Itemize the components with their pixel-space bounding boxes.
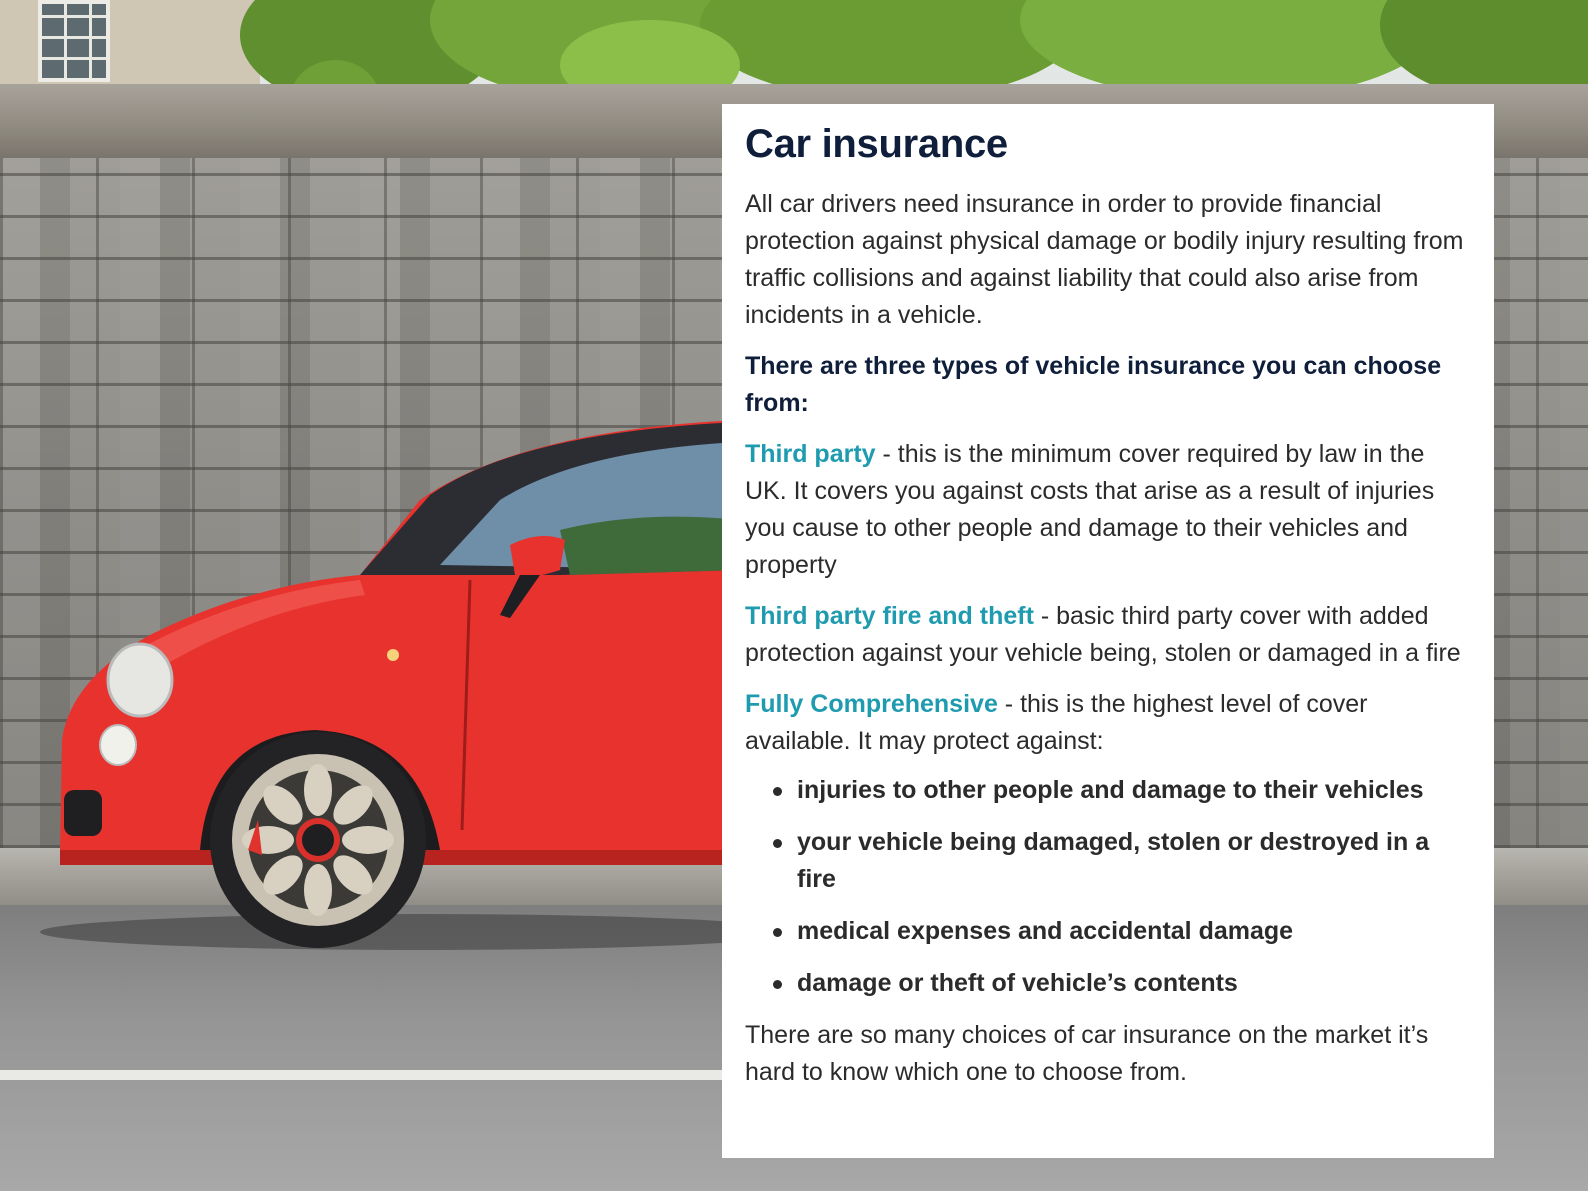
intro-paragraph: All car drivers need insurance in order … — [745, 190, 1464, 329]
building-window — [38, 0, 110, 82]
insurance-info-card: Car insurance All car drivers need insur… — [722, 104, 1494, 1158]
page-title: Car insurance — [745, 122, 1008, 166]
comprehensive-cover-list: injuries to other people and damage to t… — [745, 772, 1472, 1002]
types-subheading: There are three types of vehicle insuran… — [745, 352, 1442, 417]
insurance-type-third-party: Third party - this is the minimum cover … — [745, 436, 1472, 584]
insurance-type-term: Third party — [745, 440, 876, 468]
closing-paragraph: There are so many choices of car insuran… — [745, 1021, 1429, 1086]
list-item: injuries to other people and damage to t… — [769, 772, 1472, 809]
list-item: medical expenses and accidental damage — [769, 913, 1472, 950]
road-lane-line — [0, 1070, 740, 1080]
insurance-type-term: Fully Comprehensive — [745, 690, 998, 718]
insurance-type-fire-theft: Third party fire and theft - basic third… — [745, 598, 1472, 672]
red-car-image — [40, 420, 740, 950]
insurance-type-comprehensive: Fully Comprehensive - this is the highes… — [745, 686, 1472, 760]
list-item: damage or theft of vehicle’s contents — [769, 965, 1472, 1002]
insurance-type-term: Third party fire and theft — [745, 602, 1034, 630]
list-item: your vehicle being damaged, stolen or de… — [769, 824, 1472, 898]
